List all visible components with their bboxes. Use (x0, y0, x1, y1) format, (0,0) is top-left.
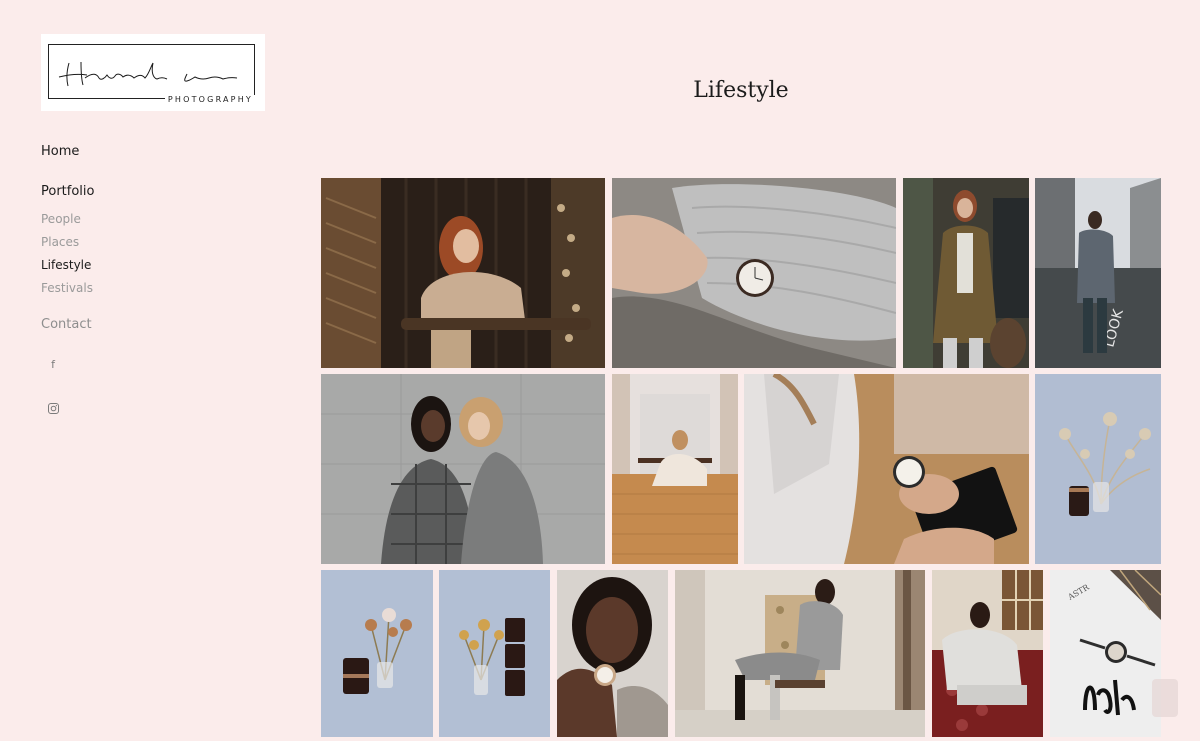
photo-watch-in-gift-box[interactable] (744, 374, 1029, 564)
photo-woman-portrait-with-watch[interactable] (557, 570, 668, 737)
site-logo[interactable]: PHOTOGRAPHY (41, 34, 265, 111)
photo-flowers-and-candle-stack[interactable] (439, 570, 550, 737)
page: PHOTOGRAPHY Home Portfolio People Places… (0, 0, 1200, 741)
photo-woman-on-street-look[interactable]: LOOK (1035, 178, 1161, 368)
photo-woman-at-cafe-table[interactable] (321, 178, 605, 368)
logo-subtitle: PHOTOGRAPHY (164, 95, 256, 104)
instagram-icon[interactable] (42, 397, 64, 419)
nav-festivals-link[interactable]: Festivals (41, 281, 93, 295)
photo-woman-in-olive-coat[interactable] (903, 178, 1029, 368)
photo-woman-seated-in-chair[interactable] (675, 570, 925, 737)
page-title: Lifestyle (693, 78, 789, 103)
photo-two-women-embracing[interactable] (321, 374, 605, 564)
photo-woman-on-red-sofa[interactable] (932, 570, 1043, 737)
nav-portfolio-link[interactable]: Portfolio (41, 184, 94, 199)
nav-home-link[interactable]: Home (41, 144, 79, 159)
photo-flowers-and-candle-jar[interactable] (321, 570, 433, 737)
nav-contact-link[interactable]: Contact (41, 317, 92, 332)
scroll-to-top-button[interactable] (1152, 679, 1178, 717)
facebook-icon[interactable]: f (42, 353, 64, 375)
photo-watch-on-knit-sleeve[interactable] (612, 178, 896, 368)
facebook-glyph: f (51, 357, 55, 371)
photo-dried-flowers-and-candle[interactable] (1035, 374, 1161, 564)
photo-woman-sitting-on-floor[interactable] (612, 374, 738, 564)
photo-watch-on-magazine[interactable]: ASTR (1050, 570, 1161, 737)
nav-people-link[interactable]: People (41, 212, 81, 226)
nav-places-link[interactable]: Places (41, 235, 79, 249)
instagram-glyph (47, 402, 59, 414)
nav-lifestyle-link[interactable]: Lifestyle (41, 258, 91, 272)
